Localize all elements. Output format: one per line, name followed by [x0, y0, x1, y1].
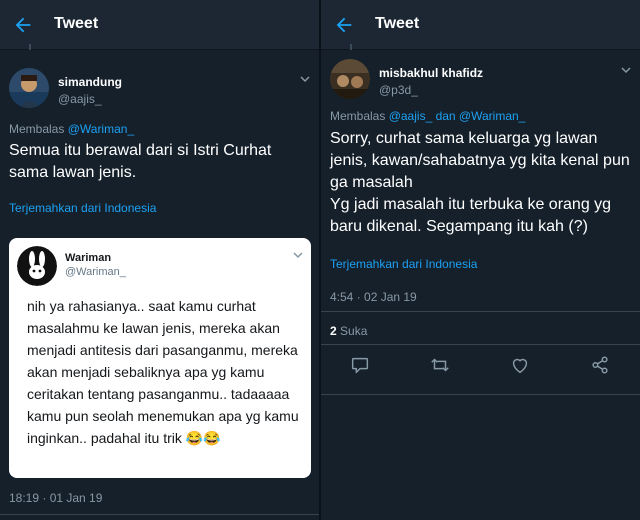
tweet-text: Sorry, curhat sama keluarga yg lawan jen…: [330, 130, 630, 235]
likes-count: 2: [330, 324, 337, 338]
avatar-image: [330, 59, 370, 99]
avatar-image: [9, 68, 49, 108]
top-bar: Tweet: [321, 0, 640, 50]
author-handle[interactable]: @p3d_: [379, 83, 418, 97]
reply-mention-link[interactable]: @Wariman_: [68, 122, 134, 136]
tweet-timestamp[interactable]: 18:19 · 01 Jan 19: [9, 491, 102, 505]
reply-icon[interactable]: [349, 354, 371, 376]
author-name[interactable]: misbakhul khafidz: [379, 66, 483, 80]
quoted-tweet-text: nih ya rahasianya.. saat kamu curhat mas…: [27, 298, 299, 446]
avatar[interactable]: [330, 59, 370, 99]
chevron-down-icon[interactable]: [300, 76, 310, 83]
reply-prefix: Membalas: [9, 122, 65, 136]
tweet-text: Semua itu berawal dari si Istri Curhat s…: [9, 142, 272, 181]
author-handle[interactable]: @aajis_: [58, 92, 102, 106]
translate-link[interactable]: Terjemahkan dari Indonesia: [9, 201, 156, 215]
retweet-icon[interactable]: [429, 354, 451, 376]
likes-stat[interactable]: 2 Suka: [330, 324, 367, 338]
chevron-down-icon[interactable]: [621, 67, 631, 74]
page-title: Tweet: [54, 15, 99, 32]
page-title: Tweet: [375, 15, 420, 32]
replying-to: Membalas @aajis_ dan @Wariman_: [330, 109, 525, 123]
back-arrow-icon[interactable]: [12, 14, 34, 36]
previous-tweet-peek: [0, 44, 319, 50]
right-tweet-panel: Tweet misbakhul khafidz @p3d_ Membalas @…: [321, 0, 640, 520]
translate-link[interactable]: Terjemahkan dari Indonesia: [330, 257, 477, 271]
thread-line: [29, 44, 31, 50]
divider: [321, 394, 640, 395]
quoted-author-handle: @Wariman_: [65, 266, 126, 278]
like-icon[interactable]: [509, 354, 531, 376]
back-arrow-icon[interactable]: [333, 14, 355, 36]
quoted-tweet-card[interactable]: Wariman @Wariman_ nih ya rahasianya.. sa…: [9, 238, 311, 478]
share-icon[interactable]: [589, 354, 611, 376]
reply-mention-link[interactable]: @aajis_ dan @Wariman_: [389, 109, 526, 123]
quoted-avatar: [17, 246, 57, 286]
author-name[interactable]: simandung: [58, 75, 122, 89]
quoted-chevron-down-icon[interactable]: [293, 252, 303, 259]
quoted-avatar-image: [17, 246, 57, 286]
avatar[interactable]: [9, 68, 49, 108]
reply-prefix: Membalas: [330, 109, 386, 123]
thread-line: [350, 44, 352, 50]
divider: [321, 344, 640, 345]
divider: [321, 311, 640, 312]
divider: [0, 514, 319, 515]
previous-tweet-peek: [321, 44, 640, 50]
top-bar: Tweet: [0, 0, 319, 50]
quoted-author-name: Wariman: [65, 252, 112, 264]
tweet-timestamp[interactable]: 4:54 · 02 Jan 19: [330, 290, 417, 304]
left-tweet-panel: Tweet simandung @aajis_ Membalas @Warima…: [0, 0, 319, 520]
replying-to: Membalas @Wariman_: [9, 122, 134, 136]
likes-label: Suka: [340, 324, 368, 338]
